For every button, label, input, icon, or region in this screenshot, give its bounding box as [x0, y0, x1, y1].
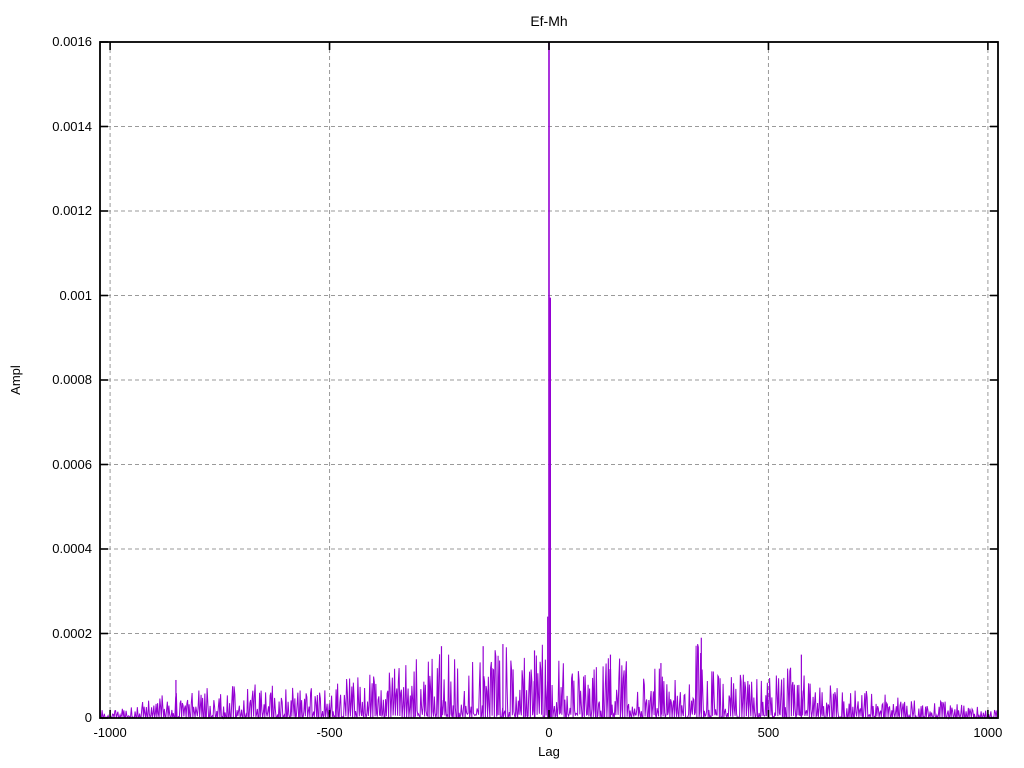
y-tick-label: 0.0006: [52, 456, 92, 472]
chart-canvas: [99, 41, 999, 720]
y-tick-label: 0.0002: [52, 625, 92, 641]
x-tick-label: 1000: [973, 725, 1003, 740]
y-tick-label: 0: [84, 710, 92, 725]
chart-title: Ef-Mh: [530, 13, 568, 29]
x-tick-label: 500: [757, 725, 780, 740]
y-tick-label: 0.0014: [52, 118, 92, 134]
y-tick-label: 0.0008: [52, 372, 92, 387]
y-tick-label: 0.0016: [52, 34, 92, 49]
x-tick-label: 0: [545, 725, 553, 740]
x-tick-label: -1000: [93, 725, 127, 740]
y-tick-label: 0.0004: [52, 541, 92, 556]
y-tick-label: 0.001: [59, 287, 92, 303]
x-axis-label: Lag: [538, 744, 560, 759]
y-tick-label: 0.0012: [52, 203, 92, 218]
x-tick-label: -500: [316, 725, 343, 740]
correlation-chart: Ef-Mh Lag Ampl -1000 -500 0 500 1000 0 0.0002 0…: [0, 0, 1024, 768]
